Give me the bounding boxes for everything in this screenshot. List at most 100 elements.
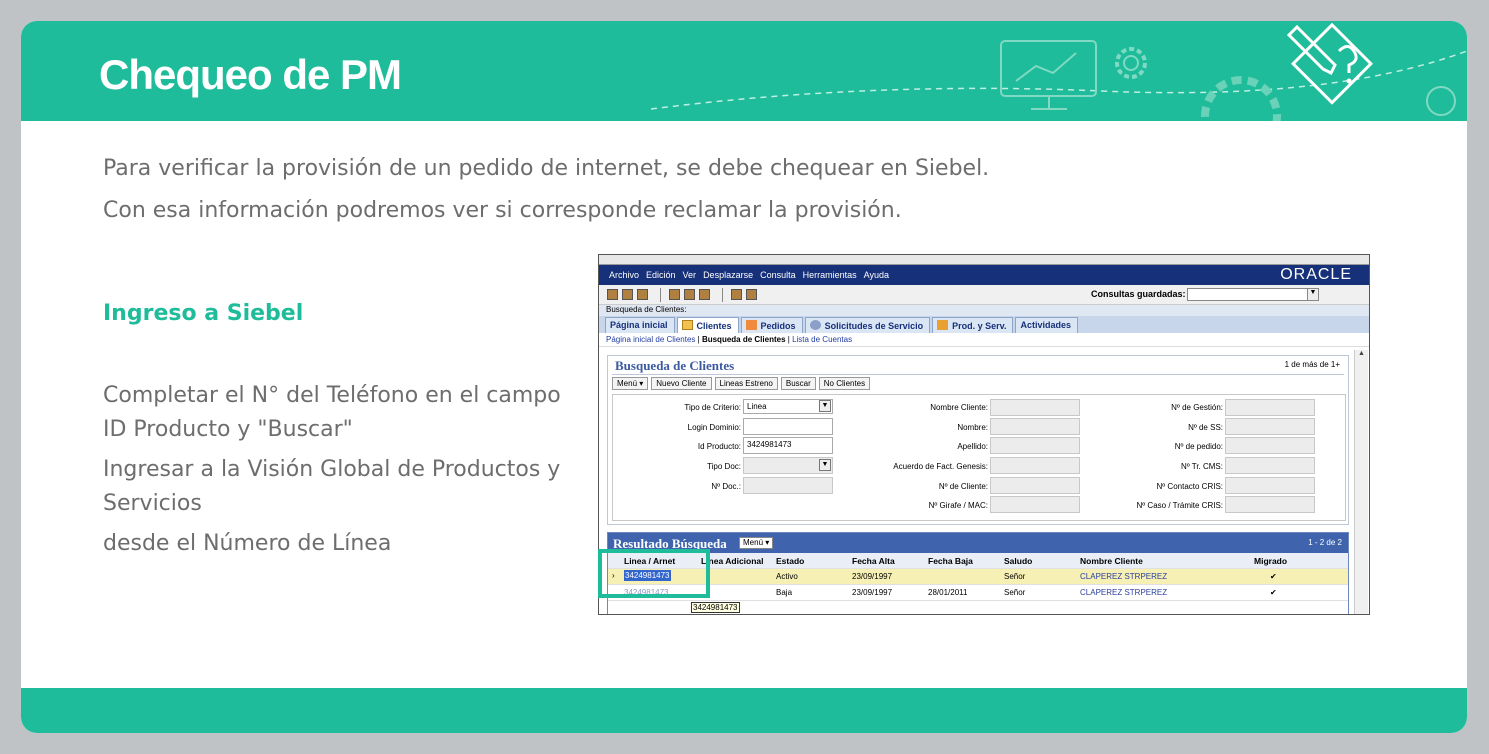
column-header[interactable]: Estado (776, 556, 804, 566)
menu-herramientas[interactable]: Herramientas (803, 270, 857, 280)
column-header[interactable]: Linea Adicional (701, 556, 764, 566)
subnav: Página inicial de Clientes | Busqueda de… (599, 333, 1369, 347)
search-pane: Busqueda de Clientes 1 de más de 1+ Menú… (607, 355, 1349, 525)
toolbar-copy-icon[interactable] (731, 289, 742, 300)
saludo-cell: Señor (1004, 588, 1026, 597)
table-row[interactable]: 3424981473 Baja 23/09/1997 28/01/2011 Se… (608, 585, 1348, 601)
toolbar-settings-icon[interactable] (746, 289, 757, 300)
apellido-field[interactable] (990, 437, 1080, 454)
menu-consulta[interactable]: Consulta (760, 270, 796, 280)
toolbar-separator (660, 287, 661, 302)
results-menu-button[interactable]: Menú ▾ (739, 537, 774, 549)
column-header[interactable]: Saludo (1004, 556, 1032, 566)
ss-field[interactable] (1225, 418, 1315, 435)
field-label: Nº Caso / Trámite CRIS: (1136, 501, 1224, 510)
menu-edicion[interactable]: Edición (646, 270, 676, 280)
fecha-alta-cell: 23/09/1997 (852, 588, 893, 597)
nro-cliente-field[interactable] (990, 477, 1080, 494)
tab-solicitudes[interactable]: Solicitudes de Servicio (804, 317, 931, 333)
tab-prod-serv[interactable]: Prod. y Serv. (932, 317, 1014, 333)
pedido-field[interactable] (1225, 437, 1315, 454)
gestion-field[interactable] (1225, 399, 1315, 416)
nro-doc-field[interactable] (743, 477, 833, 494)
siebel-menubar: Archivo Edición Ver Desplazarse Consulta… (599, 265, 1369, 285)
chevron-down-icon[interactable]: ▼ (1307, 288, 1319, 301)
section-title: Ingreso a Siebel (103, 301, 304, 326)
saved-queries-select[interactable] (1187, 288, 1319, 301)
nombre-cliente-field[interactable] (990, 399, 1080, 416)
lineas-estreno-button[interactable]: Lineas Estreno (714, 377, 778, 390)
intro-line: Para verificar la provisión de un pedido… (103, 156, 990, 181)
tab-actividades[interactable]: Actividades (1015, 317, 1078, 333)
field-label: Nº de Gestión: (1171, 403, 1223, 412)
table-row[interactable]: › 3424981473 Activo 23/09/1997 Señor CLA… (608, 569, 1348, 585)
search-title: Busqueda de Clientes (615, 358, 735, 373)
toolbar-separator (722, 287, 723, 302)
field-label: Nº Doc.: (711, 482, 741, 491)
menu-archivo[interactable]: Archivo (609, 270, 639, 280)
nombre-cliente-link[interactable]: CLAPEREZ STRPEREZ (1080, 572, 1167, 581)
field-label: Id Producto: (697, 442, 741, 451)
table-header: Linea / Arnet Linea Adicional Estado Fec… (608, 553, 1348, 569)
step-text: Ingresar a la Visión Global de Productos… (103, 457, 561, 516)
siebel-screenshot: Archivo Edición Ver Desplazarse Consulta… (598, 254, 1370, 615)
results-table: Linea / Arnet Linea Adicional Estado Fec… (608, 553, 1348, 601)
tr-cms-field[interactable] (1225, 457, 1315, 474)
folder-icon (681, 320, 693, 330)
nombre-field[interactable] (990, 418, 1080, 435)
tab-pedidos[interactable]: Pedidos (740, 317, 803, 333)
estado-cell: Activo (776, 572, 798, 581)
toolbar-new-icon[interactable] (607, 289, 618, 300)
chevron-down-icon[interactable]: ▼ (819, 459, 831, 471)
chevron-up-icon[interactable]: ▲ (1355, 350, 1368, 362)
id-producto-field[interactable]: 3424981473 (743, 437, 833, 454)
divider (612, 374, 1344, 375)
subnav-busqueda[interactable]: Busqueda de Clientes (702, 335, 786, 344)
steps-list: Completar el N° del Teléfono en el campo… (103, 379, 573, 567)
no-clientes-button[interactable]: No Clientes (818, 377, 871, 390)
column-header[interactable]: Migrado (1254, 556, 1287, 566)
field-label: Tipo de Criterio: (684, 403, 741, 412)
acuerdo-field[interactable] (990, 457, 1080, 474)
field-label: Nº Tr. CMS: (1180, 462, 1223, 471)
column-header[interactable]: Nombre Cliente (1080, 556, 1143, 566)
fecha-alta-cell: 23/09/1997 (852, 572, 893, 581)
toolbar-save-icon[interactable] (622, 289, 633, 300)
window-strip (599, 255, 1369, 265)
nuevo-cliente-button[interactable]: Nuevo Cliente (651, 377, 712, 390)
pencil-diamond-icon (1287, 22, 1374, 105)
check-icon: ✔ (1270, 572, 1277, 581)
menu-button[interactable]: Menú ▾ (612, 377, 649, 390)
column-header[interactable]: Fecha Baja (928, 556, 973, 566)
buscar-button[interactable]: Buscar (780, 377, 816, 390)
contacto-cris-field[interactable] (1225, 477, 1315, 494)
footer-bar (21, 688, 1467, 733)
tab-clientes[interactable]: Clientes (676, 317, 739, 333)
slide: Chequeo de PM Para verificar la provisió… (21, 21, 1467, 733)
nombre-cliente-link[interactable]: CLAPEREZ STRPEREZ (1080, 588, 1167, 597)
chevron-down-icon[interactable]: ▼ (819, 400, 831, 412)
field-label: Nº de Cliente: (938, 482, 988, 491)
menu-ver[interactable]: Ver (683, 270, 697, 280)
toolbar-query-icon[interactable] (684, 289, 695, 300)
caso-cris-field[interactable] (1225, 496, 1315, 513)
vertical-scrollbar[interactable]: ▲ (1354, 350, 1368, 614)
toolbar-run-icon[interactable] (699, 289, 710, 300)
estado-cell: Baja (776, 588, 793, 597)
field-label: Acuerdo de Fact. Genesis: (893, 462, 988, 471)
subnav-pagina-inicial[interactable]: Página inicial de Clientes (606, 335, 695, 344)
intro-text: Para verificar la provisión de un pedido… (103, 148, 989, 232)
column-header[interactable]: Fecha Alta (852, 556, 895, 566)
field-label: Nº Girafe / MAC: (928, 501, 988, 510)
menu-ayuda[interactable]: Ayuda (864, 270, 889, 280)
girafe-field[interactable] (990, 496, 1080, 513)
step-text: desde el Número de Línea (103, 531, 392, 556)
tab-pagina-inicial[interactable]: Página inicial (605, 317, 675, 333)
field-label: Apellido: (957, 442, 988, 451)
login-dominio-field[interactable] (743, 418, 833, 435)
screen-label: Busqueda de Clientes: (599, 305, 1369, 316)
toolbar-print-icon[interactable] (637, 289, 648, 300)
subnav-lista-cuentas[interactable]: Lista de Cuentas (792, 335, 852, 344)
menu-desplazarse[interactable]: Desplazarse (703, 270, 753, 280)
toolbar-find-icon[interactable] (669, 289, 680, 300)
